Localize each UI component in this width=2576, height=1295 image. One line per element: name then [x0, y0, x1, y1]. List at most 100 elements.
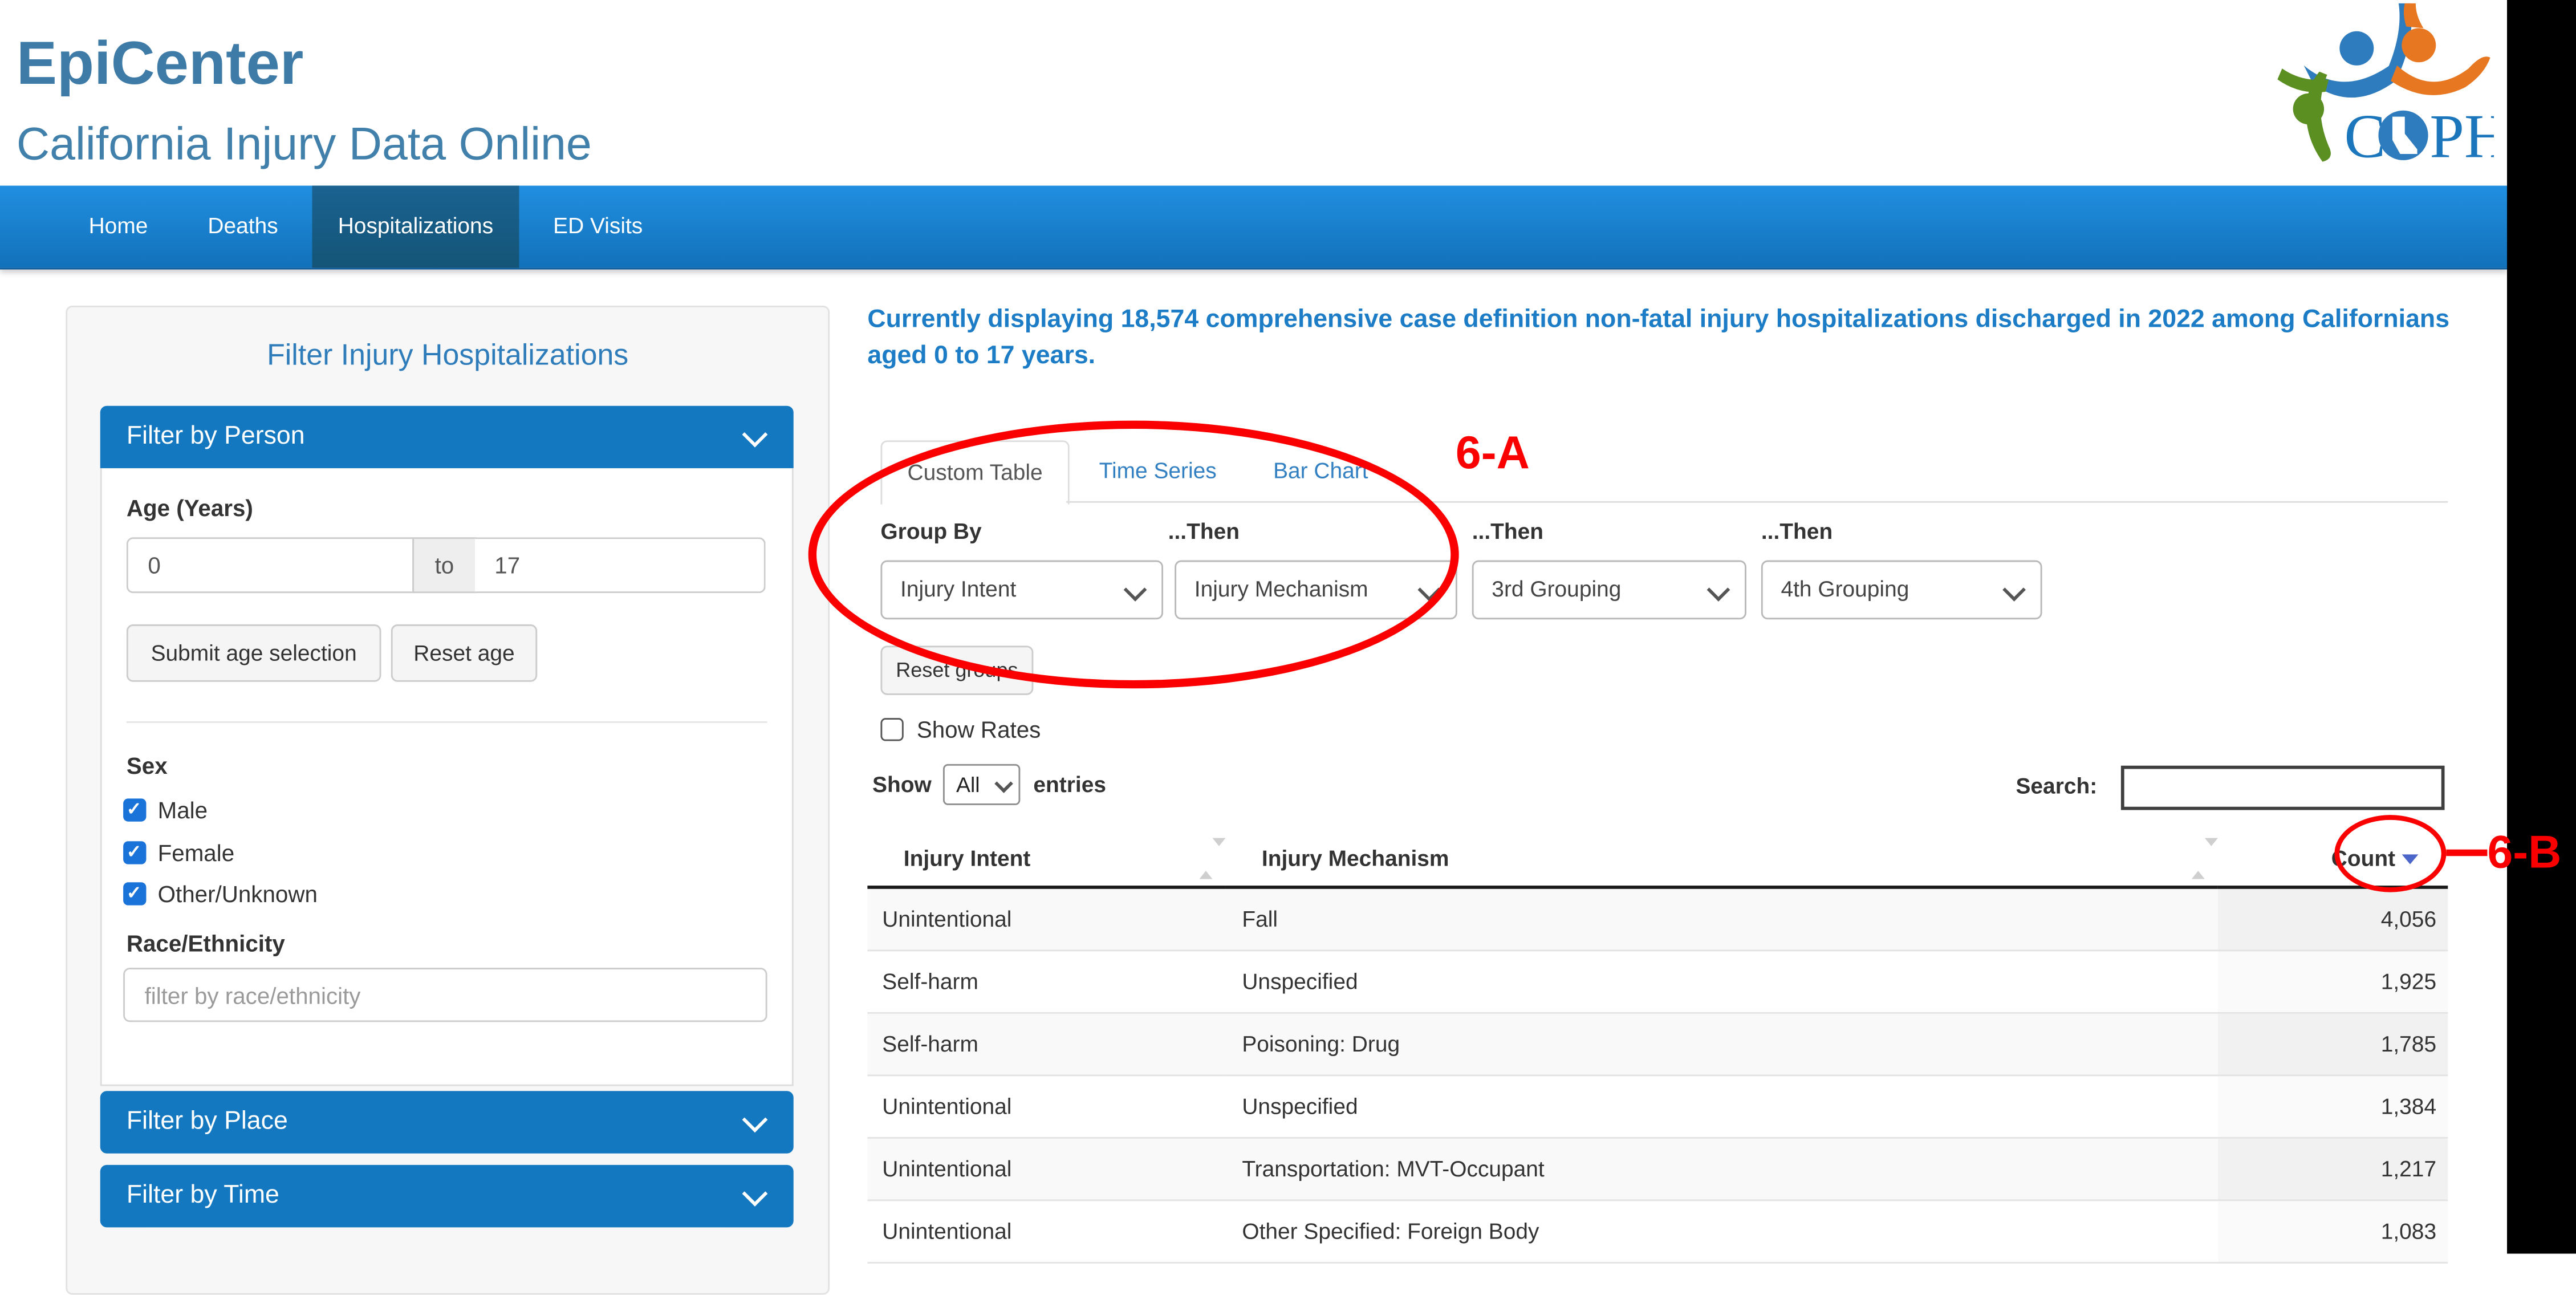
nav-item-home[interactable]: Home [62, 186, 174, 268]
chevron-down-icon [742, 1181, 768, 1207]
chevron-down-icon [742, 1107, 768, 1132]
reset-groups-button[interactable]: Reset groups [880, 646, 1033, 695]
text-cell: Self-harm [867, 951, 1225, 1013]
results-table-body: UnintentionalFall4,056Self-harmUnspecifi… [867, 887, 2448, 1262]
text-cell: Unspecified [1226, 1075, 2218, 1138]
text-cell: Poisoning: Drug [1226, 1013, 2218, 1075]
age-label: Age (Years) [127, 494, 253, 521]
tab-time-series[interactable]: Time Series [1099, 440, 1217, 502]
accordion-label: Filter by Time [127, 1182, 279, 1209]
then-label: ...Then [1168, 519, 1240, 544]
checkbox-label: Female [158, 839, 235, 866]
sort-descending-icon [2402, 854, 2419, 863]
text-cell: Unspecified [1226, 951, 2218, 1013]
count-cell: 1,785 [2218, 1013, 2448, 1075]
race-ethnicity-input[interactable] [123, 968, 767, 1022]
count-cell: 1,083 [2218, 1200, 2448, 1262]
reset-age-button[interactable]: Reset age [391, 624, 537, 682]
annotation-label-6b: 6-B [2487, 826, 2561, 879]
chevron-down-icon [1124, 578, 1147, 602]
sex-label: Sex [127, 753, 168, 779]
tab-custom-table[interactable]: Custom Table [880, 440, 1069, 504]
sex-option-other-unknown[interactable]: Other/Unknown [123, 880, 318, 910]
table-row[interactable]: UnintentionalUnspecified1,384 [867, 1075, 2448, 1138]
app-subtitle: California Injury Data Online [17, 118, 592, 170]
filter-panel-title: Filter Injury Hospitalizations [66, 339, 830, 374]
text-cell: Self-harm [867, 1013, 1225, 1075]
checkbox-label: Other/Unknown [158, 880, 318, 907]
nav-item-deaths[interactable]: Deaths [181, 186, 304, 268]
chevron-down-icon [2002, 578, 2026, 602]
show-rates-label: Show Rates [917, 716, 1041, 742]
group-by-label: Group By [880, 519, 981, 544]
table-row[interactable]: UnintentionalTransportation: MVT-Occupan… [867, 1138, 2448, 1200]
search-input[interactable] [2121, 766, 2445, 810]
text-cell: Unintentional [867, 1200, 1225, 1262]
col-header-injury-intent[interactable]: Injury Intent [867, 830, 1225, 887]
checkbox-checked-icon[interactable] [123, 798, 146, 821]
grouping-select-2[interactable]: Injury Mechanism [1175, 561, 1457, 620]
age-from-input[interactable] [127, 537, 414, 593]
accordion-label: Filter by Place [127, 1107, 288, 1135]
checkbox-checked-icon[interactable] [123, 841, 146, 864]
divider [127, 721, 767, 723]
show-rates-checkbox[interactable] [880, 718, 903, 741]
page-length-select[interactable]: All [943, 764, 1020, 805]
search-label: Search: [2016, 774, 2097, 798]
table-row[interactable]: UnintentionalFall4,056 [867, 887, 2448, 951]
checkbox-checked-icon[interactable] [123, 882, 146, 905]
nav-item-hospitalizations[interactable]: Hospitalizations [312, 186, 520, 268]
chevron-down-icon [994, 774, 1013, 793]
grouping-select-3[interactable]: 3rd Grouping [1472, 561, 1746, 620]
main-nav: Home Deaths Hospitalizations ED Visits [0, 186, 2507, 270]
select-value: All [956, 772, 980, 797]
text-cell: Unintentional [867, 887, 1225, 951]
table-row[interactable]: UnintentionalOther Specified: Foreign Bo… [867, 1200, 2448, 1262]
screen-edge-black-strip [2507, 0, 2576, 1254]
column-title: Injury Mechanism [1262, 845, 1449, 870]
count-cell: 1,925 [2218, 951, 2448, 1013]
annotation-label-6a: 6-A [1456, 427, 1530, 480]
text-cell: Transportation: MVT-Occupant [1226, 1138, 2218, 1200]
annotation-line-6b [2446, 850, 2487, 855]
table-row[interactable]: Self-harmUnspecified1,925 [867, 951, 2448, 1013]
select-value: Injury Intent [900, 577, 1016, 601]
nav-item-ed-visits[interactable]: ED Visits [527, 186, 669, 268]
table-row[interactable]: Self-harmPoisoning: Drug1,785 [867, 1013, 2448, 1075]
grouping-select-1[interactable]: Injury Intent [880, 561, 1163, 620]
age-to-input[interactable] [475, 537, 766, 593]
tab-bar-chart[interactable]: Bar Chart [1273, 440, 1368, 502]
text-cell: Fall [1226, 887, 2218, 951]
submit-age-button[interactable]: Submit age selection [127, 624, 381, 682]
text-cell: Unintentional [867, 1075, 1225, 1138]
age-to-addon: to [412, 537, 476, 593]
cdph-logo: C PH [2276, 3, 2494, 174]
app-title: EpiCenter [17, 30, 304, 99]
sort-both-icon [1199, 846, 1212, 872]
accordion-label: Filter by Person [127, 423, 305, 450]
chevron-down-icon [1417, 578, 1441, 602]
accordion-filter-by-time[interactable]: Filter by Time [100, 1165, 794, 1227]
accordion-filter-by-person[interactable]: Filter by Person [100, 406, 794, 468]
then-label: ...Then [1472, 519, 1543, 544]
accordion-filter-by-place[interactable]: Filter by Place [100, 1091, 794, 1153]
grouping-select-4[interactable]: 4th Grouping [1761, 561, 2042, 620]
sex-option-male[interactable]: Male [123, 797, 208, 826]
entries-label: entries [1033, 772, 1106, 797]
checkbox-label: Male [158, 797, 208, 823]
page: EpiCenter California Injury Data Online … [0, 0, 2576, 1254]
show-entries-label: Show [872, 772, 932, 797]
text-cell: Other Specified: Foreign Body [1226, 1200, 2218, 1262]
col-header-injury-mechanism[interactable]: Injury Mechanism [1226, 830, 2218, 887]
count-cell: 1,217 [2218, 1138, 2448, 1200]
sex-option-female[interactable]: Female [123, 839, 234, 869]
count-cell: 4,056 [2218, 887, 2448, 951]
then-label: ...Then [1761, 519, 1833, 544]
text-cell: Unintentional [867, 1138, 1225, 1200]
col-header-count[interactable]: Count [2218, 830, 2448, 887]
results-summary: Currently displaying 18,574 comprehensiv… [867, 302, 2453, 375]
race-ethnicity-label: Race/Ethnicity [127, 930, 285, 956]
chevron-down-icon [1707, 578, 1730, 602]
select-value: Injury Mechanism [1194, 577, 1368, 601]
column-title: Injury Intent [904, 845, 1031, 870]
